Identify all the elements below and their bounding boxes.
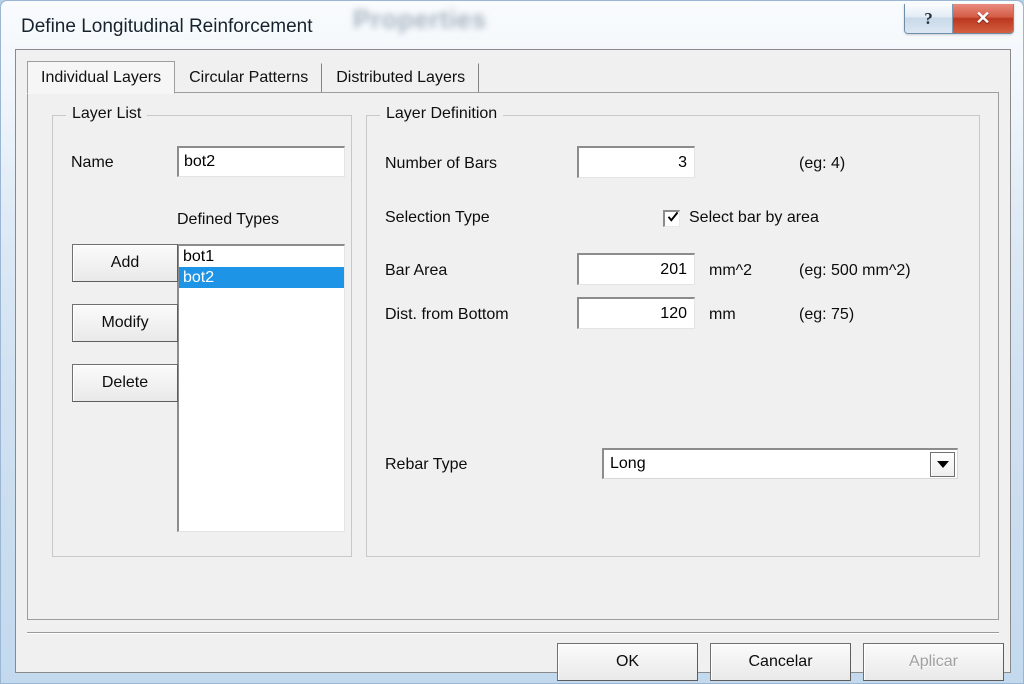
layer-definition-legend: Layer Definition bbox=[380, 105, 504, 123]
select-bar-by-area-checkbox[interactable] bbox=[663, 209, 680, 227]
tab-distributed-layers[interactable]: Distributed Layers bbox=[322, 63, 480, 93]
chevron-down-icon bbox=[936, 460, 949, 468]
layer-definition-group: Layer Definition Number of Bars 3 (eg: 4… bbox=[366, 105, 980, 557]
list-item[interactable]: bot1 bbox=[179, 246, 344, 267]
bar-area-label: Bar Area bbox=[385, 262, 448, 279]
cancel-button[interactable]: Cancelar bbox=[710, 643, 851, 681]
delete-button[interactable]: Delete bbox=[72, 364, 178, 402]
defined-types-label: Defined Types bbox=[177, 211, 279, 228]
add-button[interactable]: Add bbox=[72, 244, 178, 282]
footer-separator bbox=[27, 632, 999, 634]
rebar-type-label: Rebar Type bbox=[385, 456, 468, 473]
title-bar[interactable]: Properties Define Longitudinal Reinforce… bbox=[3, 2, 1022, 46]
bar-area-input[interactable]: 201 bbox=[577, 253, 695, 285]
dist-from-bottom-label: Dist. from Bottom bbox=[385, 306, 509, 323]
number-of-bars-input[interactable]: 3 bbox=[577, 146, 695, 178]
checkmark-icon bbox=[667, 211, 679, 222]
bar-area-hint: (eg: 500 mm^2) bbox=[799, 262, 911, 279]
layer-list-legend: Layer List bbox=[66, 105, 148, 123]
rebar-type-dropdown-button[interactable] bbox=[930, 451, 955, 477]
help-icon-button[interactable]: ? bbox=[905, 4, 953, 33]
rebar-type-combobox[interactable]: Long bbox=[602, 448, 958, 479]
dialog-window: Properties Define Longitudinal Reinforce… bbox=[0, 0, 1024, 684]
apply-button: Aplicar bbox=[863, 643, 1004, 681]
modify-button[interactable]: Modify bbox=[72, 304, 178, 342]
number-of-bars-label: Number of Bars bbox=[385, 155, 498, 172]
select-bar-by-area-row[interactable]: Select bar by area bbox=[663, 209, 819, 227]
close-icon-button[interactable]: ✕ bbox=[953, 4, 1013, 33]
selection-type-label: Selection Type bbox=[385, 209, 490, 226]
select-bar-by-area-label: Select bar by area bbox=[689, 209, 819, 226]
name-label: Name bbox=[71, 154, 114, 171]
dist-from-bottom-input[interactable]: 120 bbox=[577, 297, 695, 329]
number-of-bars-hint: (eg: 4) bbox=[799, 155, 846, 172]
tab-strip: Individual Layers Circular Patterns Dist… bbox=[27, 61, 999, 94]
tab-circular-patterns[interactable]: Circular Patterns bbox=[175, 63, 323, 93]
bar-area-unit: mm^2 bbox=[709, 262, 753, 279]
window-title: Define Longitudinal Reinforcement bbox=[21, 16, 313, 37]
dist-from-bottom-unit: mm bbox=[709, 306, 736, 323]
name-input[interactable]: bot2 bbox=[177, 146, 345, 177]
list-item[interactable]: bot2 bbox=[179, 267, 344, 288]
ok-button[interactable]: OK bbox=[557, 643, 698, 681]
dist-from-bottom-hint: (eg: 75) bbox=[799, 306, 855, 323]
tab-individual-layers[interactable]: Individual Layers bbox=[27, 61, 176, 94]
dialog-client-area: Individual Layers Circular Patterns Dist… bbox=[15, 49, 1011, 681]
tab-page-individual-layers: Layer List Name bot2 Defined Types bot1 … bbox=[27, 92, 999, 620]
layer-list-group: Layer List Name bot2 Defined Types bot1 … bbox=[52, 105, 352, 557]
rebar-type-value: Long bbox=[610, 455, 646, 472]
defined-types-listbox[interactable]: bot1 bot2 bbox=[177, 244, 345, 532]
window-controls: ? ✕ bbox=[904, 4, 1014, 34]
